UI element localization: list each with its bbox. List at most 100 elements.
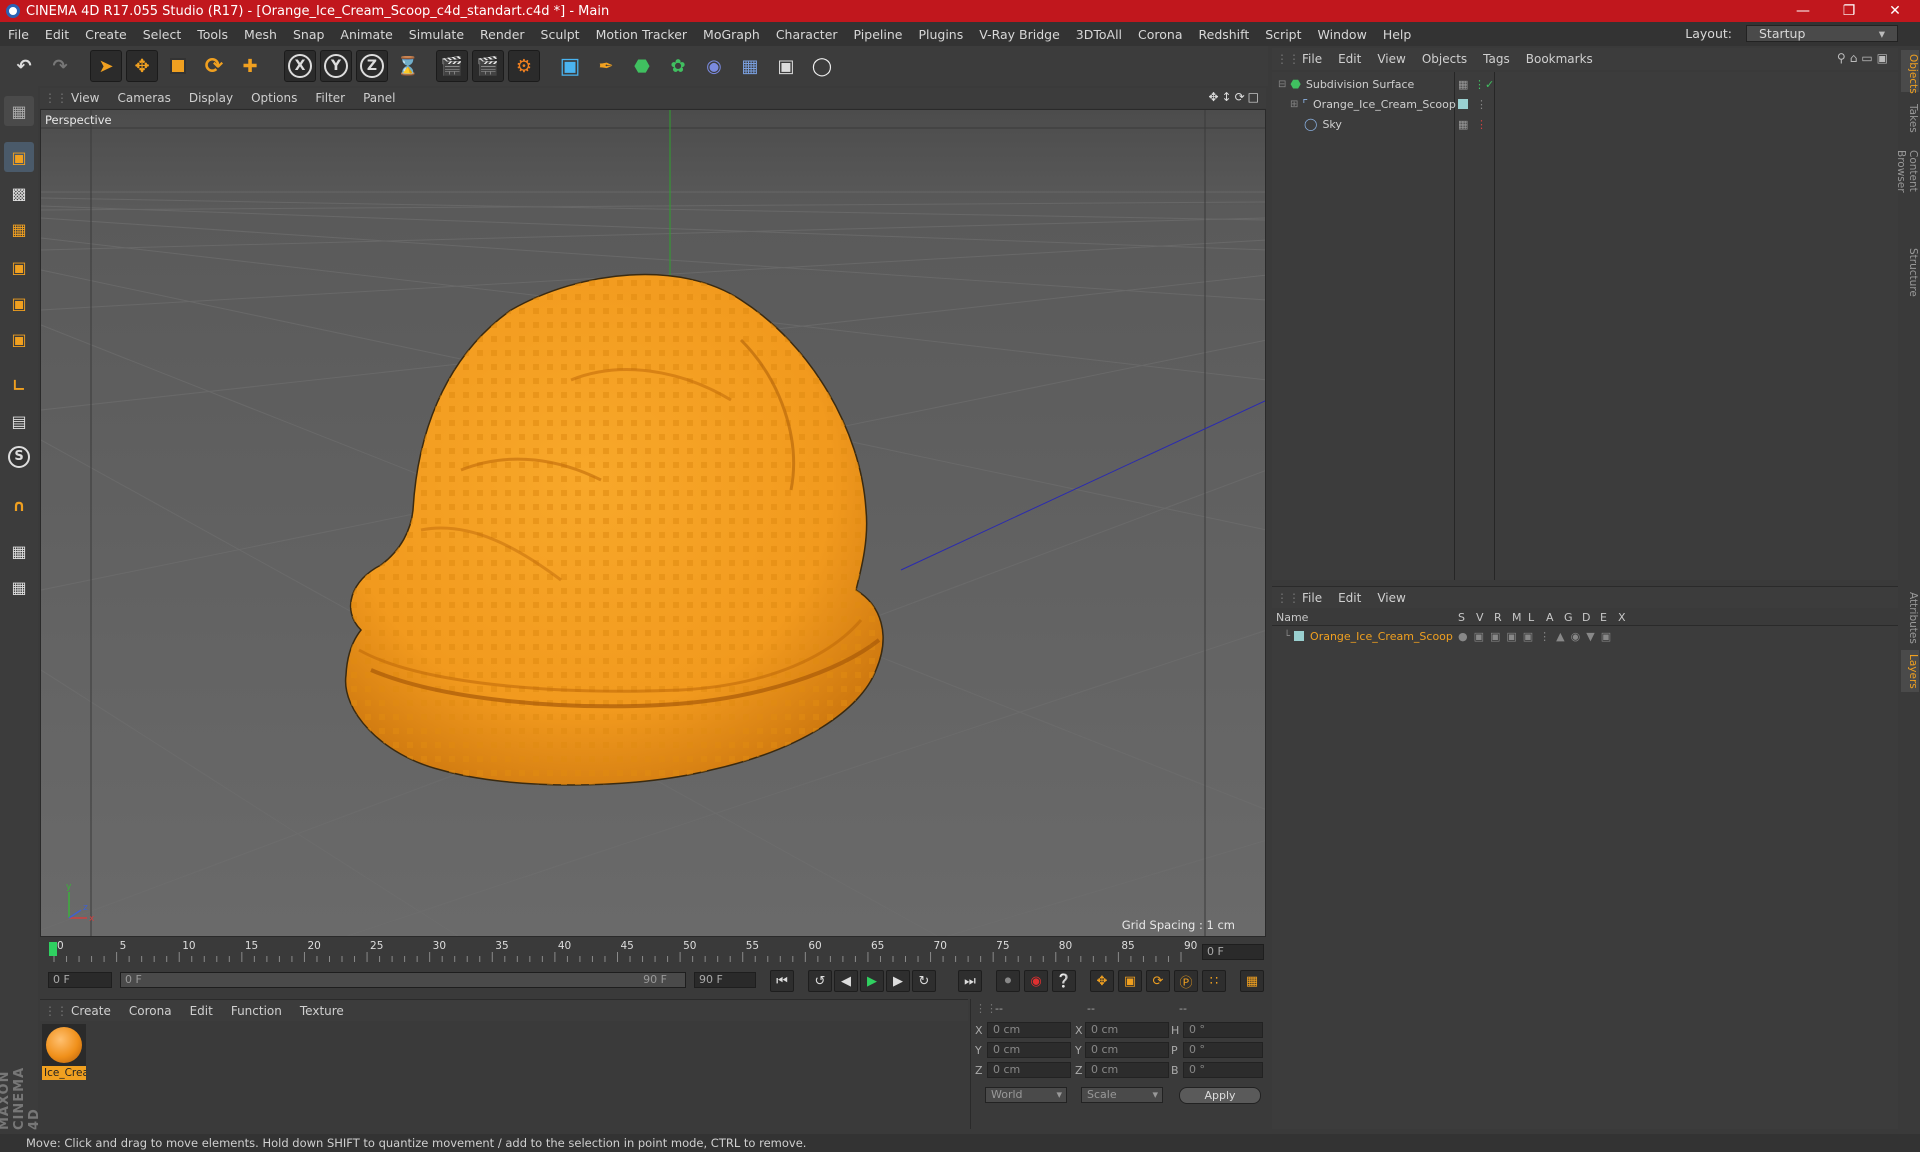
menu-motion-tracker[interactable]: Motion Tracker <box>588 27 695 42</box>
key-rotation-button[interactable]: ⟳ <box>1146 970 1170 992</box>
move-tool-button[interactable]: ✥ <box>126 50 158 82</box>
apply-button[interactable]: Apply <box>1179 1087 1261 1104</box>
goto-end-button[interactable]: ⏭ <box>958 970 982 992</box>
material-menu-texture[interactable]: Texture <box>291 1004 353 1018</box>
menu-plugins[interactable]: Plugins <box>910 27 971 42</box>
coordinate-system-button[interactable]: ⌛ <box>392 50 424 82</box>
edges-mode-button[interactable]: ▣ <box>4 288 34 318</box>
menu-snap[interactable]: Snap <box>285 27 332 42</box>
render-picture-viewer-button[interactable]: 🎬 <box>472 50 504 82</box>
coord-pos-y-field[interactable]: 0 cm <box>987 1042 1071 1058</box>
object-row-sky[interactable]: ◯ Sky ▦ ⋮ <box>1272 114 1898 134</box>
tweak-mode-button[interactable]: ▤ <box>4 406 34 436</box>
material-menu-edit[interactable]: Edit <box>181 1004 222 1018</box>
menu-select[interactable]: Select <box>135 27 190 42</box>
layout-select[interactable]: Startup ▾ <box>1746 25 1898 42</box>
x-axis-button[interactable]: X <box>284 50 316 82</box>
menu-3dtoall[interactable]: 3DToAll <box>1068 27 1130 42</box>
key-position-button[interactable]: ✥ <box>1090 970 1114 992</box>
transform-tool-button[interactable]: ✚ <box>234 50 266 82</box>
menu-corona[interactable]: Corona <box>1130 27 1190 42</box>
visibility-toggle[interactable]: ▦ <box>1458 78 1468 91</box>
3d-viewport[interactable]: y x z Perspective Grid Spacing : 1 cm <box>40 109 1266 937</box>
menu-character[interactable]: Character <box>768 27 846 42</box>
visibility-toggle[interactable]: ▦ <box>1458 118 1468 131</box>
y-axis-button[interactable]: Y <box>320 50 352 82</box>
viewport-menu-panel[interactable]: Panel <box>354 91 404 105</box>
points-mode-button[interactable]: ▣ <box>4 252 34 282</box>
menu-help[interactable]: Help <box>1375 27 1420 42</box>
cloner-button[interactable]: ✿ <box>662 50 694 82</box>
object-row-orange-ice-cream-scoop[interactable]: ⊞ ⌜ Orange_Ice_Cream_Scoop ⋮ <box>1272 94 1898 114</box>
side-tab-layers[interactable]: Layers <box>1901 650 1919 692</box>
model-mode-button[interactable]: ▣ <box>4 142 34 172</box>
coord-pos-z-field[interactable]: 0 cm <box>987 1062 1071 1078</box>
coord-mode-world-select[interactable]: World ▾ <box>985 1087 1067 1103</box>
make-editable-button[interactable]: ▦ <box>4 96 34 126</box>
viewport-menu-display[interactable]: Display <box>180 91 242 105</box>
play-button[interactable]: ▶ <box>860 970 884 992</box>
coord-rot-b-field[interactable]: 0 ° <box>1183 1062 1263 1078</box>
viewport-menu-filter[interactable]: Filter <box>306 91 354 105</box>
next-frame-button[interactable]: ▶ <box>886 970 910 992</box>
object-menu-bookmarks[interactable]: Bookmarks <box>1518 52 1601 66</box>
menu-mesh[interactable]: Mesh <box>236 27 285 42</box>
render-settings-button[interactable]: ⚙ <box>508 50 540 82</box>
rotate-tool-button[interactable]: ⟳ <box>198 50 230 82</box>
viewport-menu-options[interactable]: Options <box>242 91 306 105</box>
menu-vray-bridge[interactable]: V-Ray Bridge <box>971 27 1068 42</box>
side-tab-objects[interactable]: Objects <box>1901 50 1919 94</box>
axis-mode-button[interactable]: ∟ <box>4 370 34 400</box>
coord-size-y-field[interactable]: 0 cm <box>1085 1042 1169 1058</box>
layer-flags-icons[interactable]: ●▣▣▣▣⋮▲◉▼▣ <box>1458 630 1617 643</box>
keyframe-selection-button[interactable]: ⚫ <box>996 970 1020 992</box>
coord-rot-p-field[interactable]: 0 ° <box>1183 1042 1263 1058</box>
floor-button[interactable]: ▦ <box>734 50 766 82</box>
viewport-menu-cameras[interactable]: Cameras <box>108 91 179 105</box>
subdivision-surface-button[interactable]: ⬣ <box>626 50 658 82</box>
cube-button[interactable]: ▣ <box>554 50 586 82</box>
pen-spline-button[interactable]: ✒ <box>590 50 622 82</box>
viewport-menu-view[interactable]: View <box>62 91 108 105</box>
menu-file[interactable]: File <box>0 27 37 42</box>
object-menu-view[interactable]: View <box>1369 52 1413 66</box>
minimize-icon[interactable]: — <box>1780 0 1826 22</box>
material-menu-create[interactable]: Create <box>62 1004 120 1018</box>
current-frame-field[interactable]: 0 F <box>1202 944 1264 960</box>
timeline-button[interactable]: ▦ <box>1240 970 1264 992</box>
menu-window[interactable]: Window <box>1310 27 1375 42</box>
texture-mode-button[interactable]: ▩ <box>4 178 34 208</box>
menu-tools[interactable]: Tools <box>189 27 236 42</box>
visibility-dots-icon[interactable]: ⋮ <box>1476 98 1487 111</box>
key-pla-button[interactable]: ∷ <box>1202 970 1226 992</box>
object-row-subdivision-surface[interactable]: ⊟ ⬣ Subdivision Surface ▦ ⋮✓ <box>1272 74 1898 94</box>
coord-size-x-field[interactable]: 0 cm <box>1085 1022 1169 1038</box>
menu-create[interactable]: Create <box>77 27 135 42</box>
autokey-button[interactable]: ❔ <box>1052 970 1076 992</box>
locked-workplane-button[interactable]: ▦ <box>4 572 34 602</box>
layer-color-swatch[interactable] <box>1458 99 1468 109</box>
layer-menu-file[interactable]: File <box>1294 591 1330 605</box>
object-menu-file[interactable]: File <box>1294 52 1330 66</box>
side-tab-content-browser[interactable]: Content Browser <box>1895 146 1919 236</box>
menu-simulate[interactable]: Simulate <box>401 27 472 42</box>
key-scale-button[interactable]: ▣ <box>1118 970 1142 992</box>
render-view-button[interactable]: 🎬 <box>436 50 468 82</box>
key-parameter-button[interactable]: Ⓟ <box>1174 970 1198 992</box>
material-menu-corona[interactable]: Corona <box>120 1004 181 1018</box>
undo-button[interactable]: ↶ <box>8 50 40 82</box>
workplane-mode-button[interactable]: ▦ <box>4 214 34 244</box>
snapping-button[interactable]: ∩ <box>4 490 34 520</box>
end-frame-field[interactable]: 90 F <box>694 972 756 988</box>
object-menu-tags[interactable]: Tags <box>1475 52 1518 66</box>
camera-button[interactable]: ▣ <box>770 50 802 82</box>
close-icon[interactable]: ✕ <box>1872 0 1918 22</box>
prev-frame-button[interactable]: ◀ <box>834 970 858 992</box>
coord-pos-x-field[interactable]: 0 cm <box>987 1022 1071 1038</box>
next-key-button[interactable]: ↻ <box>912 970 936 992</box>
prev-key-button[interactable]: ↺ <box>808 970 832 992</box>
deformer-button[interactable]: ◉ <box>698 50 730 82</box>
menu-mograph[interactable]: MoGraph <box>695 27 768 42</box>
menu-script[interactable]: Script <box>1257 27 1309 42</box>
light-button[interactable]: ◯ <box>806 50 838 82</box>
